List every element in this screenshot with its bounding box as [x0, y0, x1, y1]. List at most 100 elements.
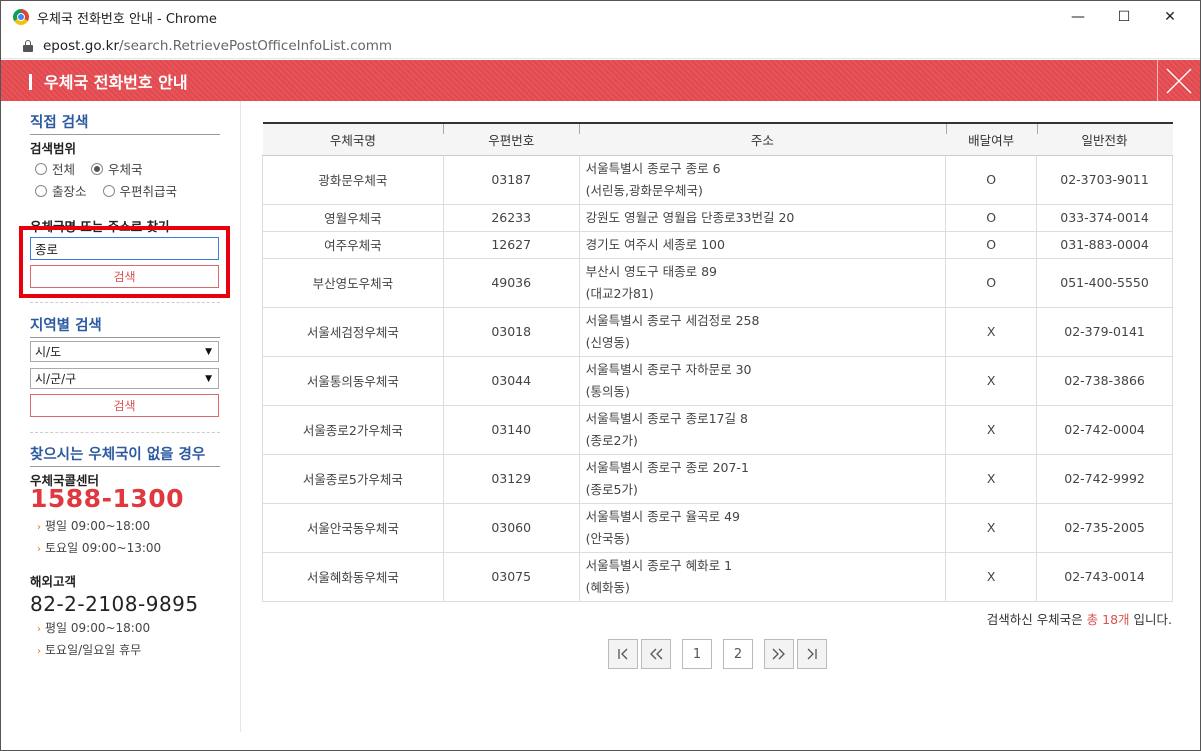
table-body: 광화문우체국 03187 서울특별시 종로구 종로 6 (서린동,광화문우체국) O 02…	[262, 154, 1173, 602]
phone-cell: 051-400-5550	[1036, 257, 1173, 308]
url-text[interactable]: epost.go.kr/search.RetrievePostOfficeInf…	[43, 38, 392, 54]
address-cell: 서울특별시 종로구 종로 6 (서린동,광화문우체국)	[578, 154, 947, 205]
office-name-cell: 서울종로2가우체국	[262, 404, 444, 455]
table-row[interactable]: 서울통의동우체국 03044 서울특별시 종로구 자하문로 30 (통의동) X 02-7…	[262, 355, 1173, 406]
address-line-2: (신영동)	[585, 334, 630, 350]
minimize-button[interactable]: —	[1055, 1, 1101, 33]
not-found-title: 찾으시는 우체국이 없을 경우	[30, 443, 220, 467]
phone-cell: 02-735-2005	[1036, 502, 1173, 553]
address-cell: 서울특별시 종로구 종로17길 8 (종로2가)	[578, 404, 947, 455]
table-row[interactable]: 서울종로5가우체국 03129 서울특별시 종로구 종로 207-1 (종로5가) X 0…	[262, 453, 1173, 504]
hours-text: 평일 09:00~18:00	[45, 621, 151, 635]
overseas-hours-weekday: › 평일 09:00~18:00	[37, 619, 150, 636]
last-page-button[interactable]	[797, 639, 827, 669]
callcenter-hours-saturday: › 토요일 09:00~13:00	[37, 539, 161, 556]
highlight-box	[19, 226, 230, 298]
delivery-cell: O	[945, 154, 1038, 205]
first-page-icon	[618, 648, 628, 660]
delivery-cell: X	[945, 502, 1038, 553]
col-header-phone: 일반전화	[1036, 122, 1173, 156]
callcenter-hours-weekday: › 평일 09:00~18:00	[37, 517, 150, 534]
address-line-1: 서울특별시 종로구 율곡로 49	[585, 508, 740, 524]
maximize-button[interactable]: ☐	[1101, 1, 1147, 33]
prev-page-button[interactable]	[641, 639, 671, 669]
overseas-phone: 82-2-2108-9895	[30, 592, 199, 616]
phone-cell: 02-742-0004	[1036, 404, 1173, 455]
sido-select-value: 시/도	[35, 345, 62, 359]
address-bar[interactable]: epost.go.kr/search.RetrievePostOfficeInf…	[1, 33, 1200, 59]
radio-selected-icon	[91, 162, 104, 175]
overseas-label: 해외고객	[30, 574, 77, 589]
delivery-cell: X	[945, 551, 1038, 602]
radio-label: 우체국	[108, 162, 143, 177]
title-bar: 우체국 전화번호 안내 - Chrome — ☐ ✕	[1, 1, 1200, 33]
chevron-right-icon: ›	[37, 522, 41, 533]
table-row[interactable]: 서울세검정우체국 03018 서울특별시 종로구 세검정로 258 (신영동) X 02-…	[262, 306, 1173, 357]
address-cell: 서울특별시 종로구 혜화로 1 (혜화동)	[578, 551, 947, 602]
address-line-1: 서울특별시 종로구 세검정로 258	[585, 312, 760, 328]
radio-branch[interactable]: 출장소	[35, 181, 87, 200]
sigungu-select[interactable]: 시/군/구 ▼	[30, 368, 219, 389]
lock-icon	[23, 39, 33, 52]
last-page-icon	[807, 648, 817, 660]
table-row[interactable]: 서울안국동우체국 03060 서울특별시 종로구 율곡로 49 (안국동) X 02-73…	[262, 502, 1173, 553]
address-line-2: (통의동)	[585, 383, 630, 399]
chevron-right-icon: ›	[37, 544, 41, 555]
scope-radio-row-2: 출장소 우편취급국	[35, 181, 193, 200]
region-search-button[interactable]: 검색	[30, 394, 219, 417]
popup-close-button[interactable]	[1157, 60, 1199, 101]
divider	[30, 302, 220, 303]
sido-select[interactable]: 시/도 ▼	[30, 341, 219, 362]
col-header-address: 주소	[579, 122, 946, 156]
radio-all[interactable]: 전체	[35, 159, 75, 178]
radio-icon	[102, 184, 115, 197]
table-row[interactable]: 부산영도우체국 49036 부산시 영도구 태종로 89 (대교2가81) O 051-4…	[262, 257, 1173, 308]
close-window-button[interactable]: ✕	[1147, 1, 1193, 33]
radio-post-office[interactable]: 우체국	[91, 159, 143, 178]
radio-label: 출장소	[52, 184, 87, 199]
page-1-button[interactable]: 1	[682, 639, 712, 669]
office-name-cell: 서울통의동우체국	[262, 355, 444, 406]
delivery-cell: X	[945, 453, 1038, 504]
radio-label: 전체	[52, 162, 76, 177]
divider	[30, 432, 220, 433]
office-name-cell: 부산영도우체국	[262, 257, 444, 308]
table-row[interactable]: 서울혜화동우체국 03075 서울특별시 종로구 혜화로 1 (혜화동) X 02-743…	[262, 551, 1173, 602]
address-line-1: 부산시 영도구 태종로 89	[585, 263, 717, 279]
browser-window: 우체국 전화번호 안내 - Chrome — ☐ ✕ epost.go.kr/s…	[0, 0, 1201, 751]
address-line-1: 서울특별시 종로구 종로 207-1	[585, 459, 749, 475]
radio-postal-agency[interactable]: 우편취급국	[102, 181, 177, 200]
callcenter-phone: 1588-1300	[30, 484, 185, 513]
phone-cell: 02-738-3866	[1036, 355, 1173, 406]
address-cell: 서울특별시 종로구 세검정로 258 (신영동)	[578, 306, 947, 357]
address-line-2: (서린동,광화문우체국)	[585, 182, 703, 198]
col-header-delivery: 배달여부	[945, 122, 1037, 156]
double-chevron-right-icon	[772, 648, 785, 660]
table-row[interactable]: 광화문우체국 03187 서울특별시 종로구 종로 6 (서린동,광화문우체국) O 02…	[262, 154, 1173, 205]
table-header-row: 우체국명 우편번호 주소 배달여부 일반전화	[262, 122, 1173, 156]
col-header-name: 우체국명	[262, 122, 444, 156]
url-path: /search.RetrievePostOfficeInfoList.comm	[119, 37, 393, 54]
first-page-button[interactable]	[608, 639, 638, 669]
scope-radio-row-1: 전체 우체국	[35, 159, 159, 178]
zip-cell: 03044	[442, 355, 580, 406]
address-cell: 서울특별시 종로구 율곡로 49 (안국동)	[578, 502, 947, 553]
hours-text: 토요일 09:00~13:00	[45, 541, 162, 555]
chevron-right-icon: ›	[37, 624, 41, 635]
address-line-1: 경기도 여주시 세종로 100	[585, 236, 725, 252]
table-row[interactable]: 서울종로2가우체국 03140 서울특별시 종로구 종로17길 8 (종로2가) X 02…	[262, 404, 1173, 455]
zip-cell: 03129	[442, 453, 580, 504]
table-row[interactable]: 영월우체국 26233 강원도 영월군 영월읍 단종로33번길 20 O 033-374…	[262, 203, 1173, 232]
address-line-2: (대교2가81)	[585, 285, 654, 301]
address-line-2: (종로5가)	[585, 481, 638, 497]
pagination: 1 2	[608, 639, 830, 669]
delivery-cell: X	[945, 306, 1038, 357]
next-page-button[interactable]	[764, 639, 794, 669]
phone-cell: 02-743-0014	[1036, 551, 1173, 602]
page-2-button[interactable]: 2	[723, 639, 753, 669]
table-row[interactable]: 여주우체국 12627 경기도 여주시 세종로 100 O 031-883-0004	[262, 230, 1173, 259]
chrome-icon	[13, 9, 29, 25]
delivery-cell: O	[945, 257, 1038, 308]
delivery-cell: X	[945, 355, 1038, 406]
address-cell: 경기도 여주시 세종로 100	[578, 230, 947, 259]
